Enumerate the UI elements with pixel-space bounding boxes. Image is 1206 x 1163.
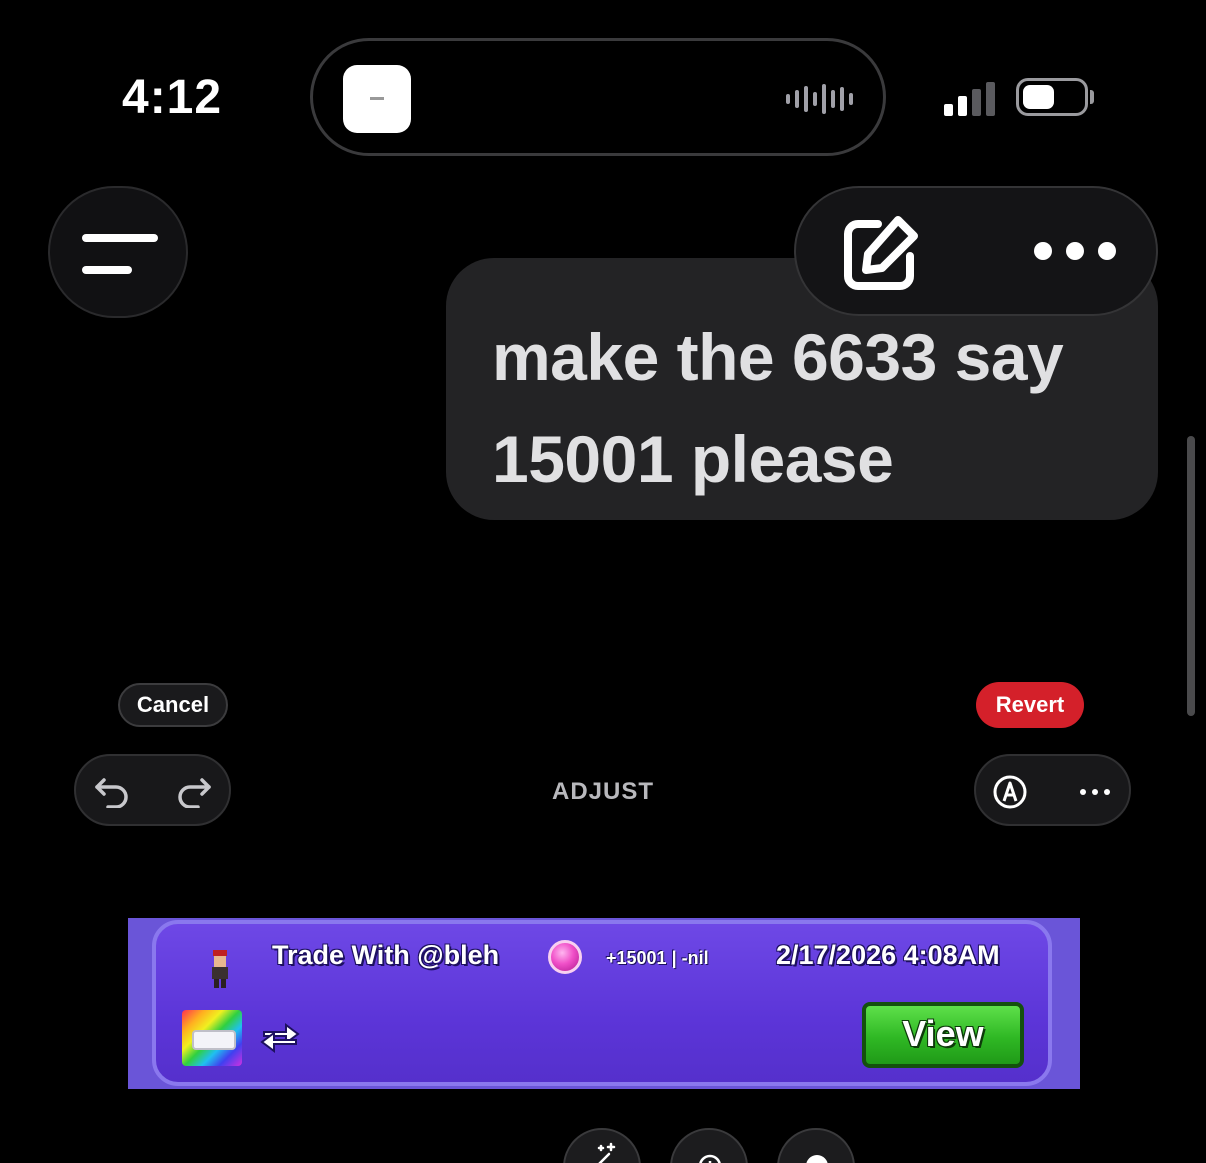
trade-banner-image: Trade With @bleh +15001 | -nil 2/17/2026…: [128, 918, 1080, 1089]
editor-tools-group: [974, 754, 1131, 826]
hamburger-menu-icon: [82, 234, 158, 242]
trade-title: Trade With @bleh: [272, 940, 500, 970]
undo-icon[interactable]: [94, 776, 130, 808]
item-thumbnail: [182, 1010, 242, 1066]
markup-pen-icon[interactable]: [992, 774, 1028, 810]
audio-waveform-icon: [786, 83, 853, 115]
undo-redo-group: [74, 754, 231, 826]
battery-tip: [1090, 90, 1094, 104]
avatar-icon: [212, 950, 228, 988]
header-actions: [794, 186, 1158, 316]
hamburger-menu-line: [82, 266, 132, 274]
exposure-button[interactable]: [670, 1128, 748, 1163]
scrollbar[interactable]: [1187, 436, 1195, 716]
ellipsis-icon[interactable]: [1034, 242, 1116, 260]
trade-timestamp: 2/17/2026 4:08AM: [776, 940, 1000, 970]
redo-icon[interactable]: [176, 776, 212, 808]
view-button[interactable]: View: [862, 1002, 1024, 1068]
swap-arrows-icon: [260, 1023, 300, 1053]
cancel-button[interactable]: Cancel: [118, 683, 228, 727]
compose-icon[interactable]: [838, 212, 922, 296]
menu-button[interactable]: [48, 186, 188, 318]
revert-button[interactable]: Revert: [976, 682, 1084, 728]
magic-wand-icon: [597, 1142, 616, 1163]
gem-icon: [548, 940, 582, 974]
battery-icon: [1016, 78, 1088, 116]
exposure-icon: [699, 1154, 721, 1163]
value-change: +15001 | -nil: [606, 948, 709, 968]
app-icon: [343, 65, 411, 133]
brilliance-button[interactable]: [777, 1128, 855, 1163]
brilliance-icon: [806, 1155, 828, 1163]
ellipsis-icon[interactable]: [1080, 789, 1110, 795]
status-time: 4:12: [122, 71, 223, 124]
mode-label: ADJUST: [551, 778, 654, 805]
message-text: make the 6633 say 15001 please: [492, 320, 1064, 496]
battery-level: [1023, 85, 1054, 109]
auto-enhance-button[interactable]: [563, 1128, 641, 1163]
trade-card: Trade With @bleh +15001 | -nil 2/17/2026…: [152, 920, 1052, 1086]
dynamic-island[interactable]: [310, 38, 886, 156]
cellular-signal-icon: [944, 82, 995, 116]
